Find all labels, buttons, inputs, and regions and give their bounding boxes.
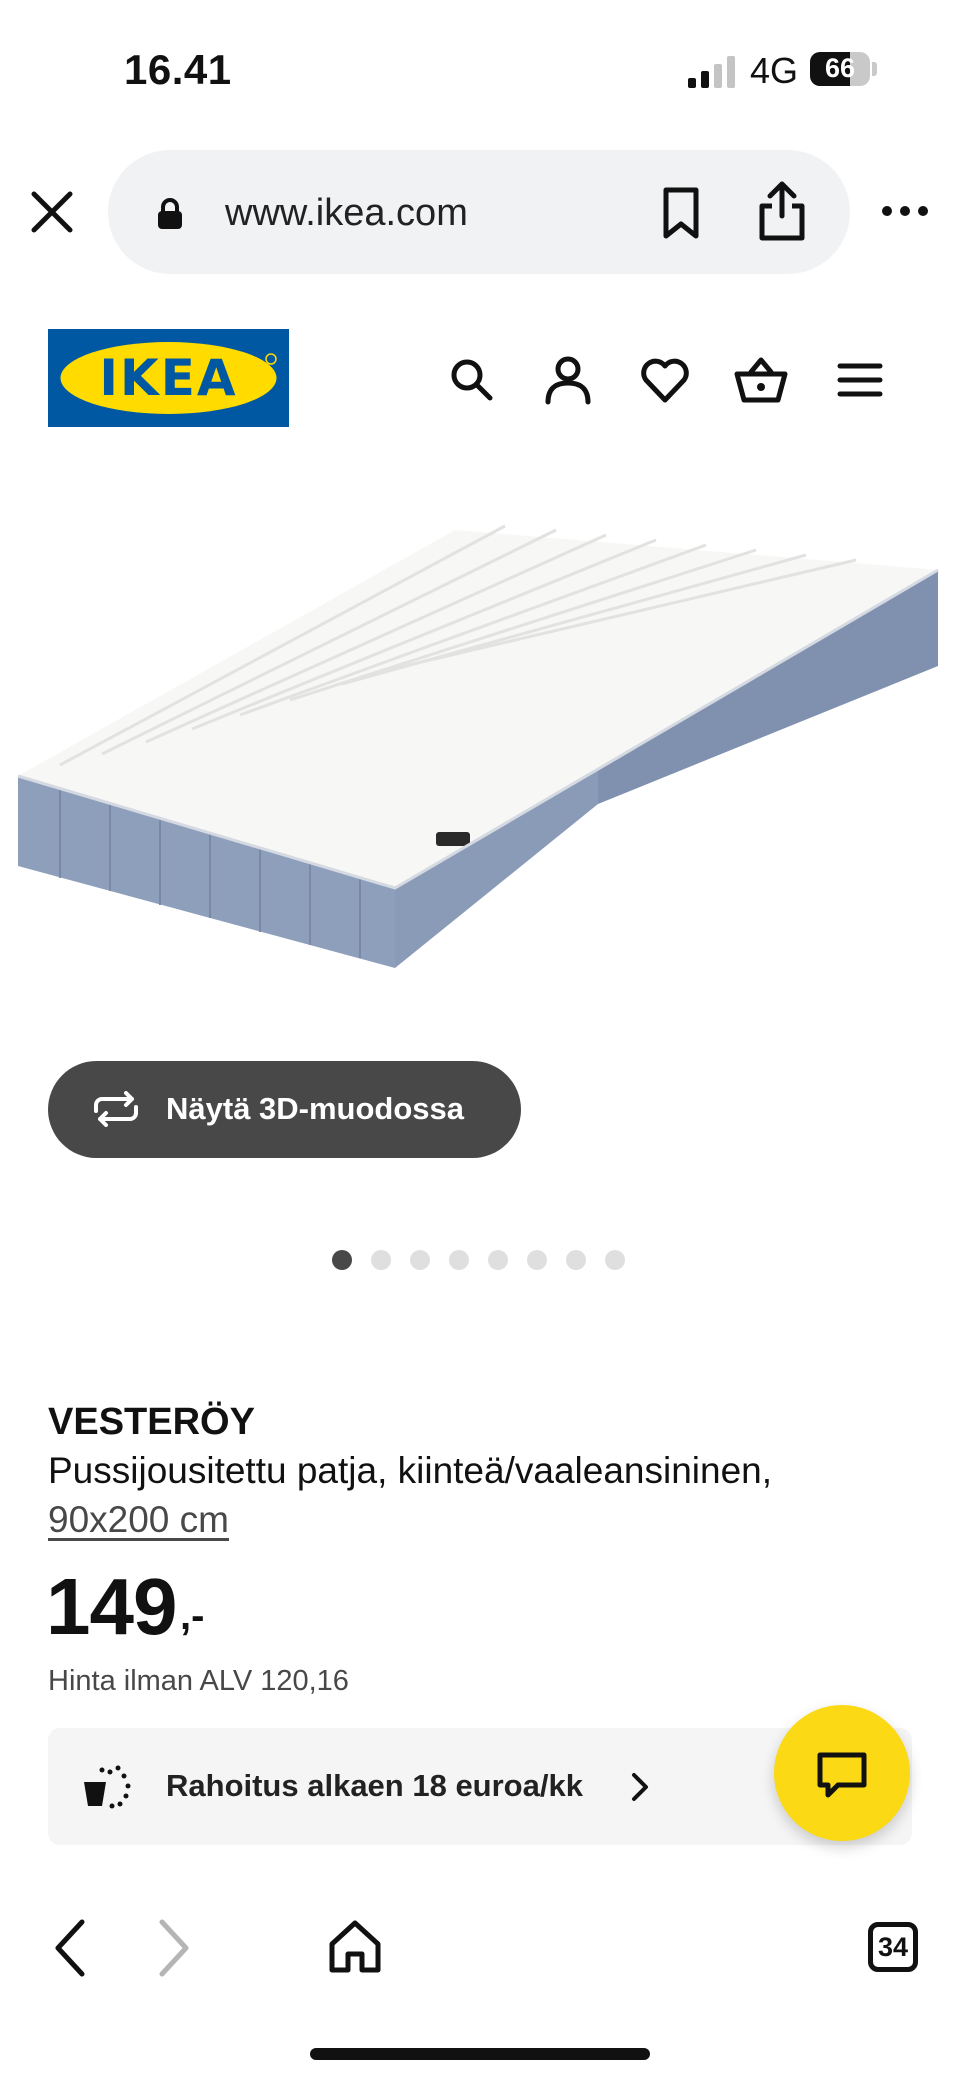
battery-icon: 66 bbox=[810, 52, 870, 86]
gallery-dot[interactable] bbox=[449, 1250, 469, 1270]
gallery-dot[interactable] bbox=[410, 1250, 430, 1270]
price-suffix: ,- bbox=[180, 1594, 205, 1638]
gallery-dot[interactable] bbox=[527, 1250, 547, 1270]
ikea-logo[interactable]: IKEA bbox=[48, 329, 289, 427]
signal-icon bbox=[688, 56, 735, 88]
view-3d-button[interactable]: Näytä 3D-muodossa bbox=[48, 1061, 521, 1158]
product-description: Pussijousitettu patja, kiinteä/vaaleansi… bbox=[48, 1450, 773, 1491]
lock-icon bbox=[158, 198, 182, 229]
chat-button[interactable] bbox=[774, 1705, 910, 1841]
gallery-pagination[interactable] bbox=[332, 1250, 625, 1272]
price-without-vat: Hinta ilman ALV 120,16 bbox=[48, 1665, 349, 1697]
product-name: VESTERÖY bbox=[48, 1401, 255, 1443]
product-image[interactable] bbox=[0, 490, 960, 990]
product-size-link[interactable]: 90x200 cm bbox=[48, 1499, 229, 1541]
address-bar[interactable]: www.ikea.com bbox=[108, 150, 850, 274]
gallery-dot[interactable] bbox=[488, 1250, 508, 1270]
close-icon[interactable] bbox=[28, 188, 76, 236]
battery-nub bbox=[872, 62, 877, 76]
user-icon[interactable] bbox=[540, 352, 596, 408]
chevron-right-icon bbox=[632, 1773, 648, 1801]
view-3d-label: Näytä 3D-muodossa bbox=[166, 1091, 465, 1126]
chat-icon bbox=[817, 1752, 867, 1798]
gallery-dot[interactable] bbox=[566, 1250, 586, 1270]
network-type: 4G bbox=[750, 50, 799, 91]
heart-icon[interactable] bbox=[637, 352, 693, 408]
ikea-logo-mark: IKEA bbox=[60, 342, 277, 414]
home-indicator bbox=[310, 2048, 650, 2060]
more-icon[interactable] bbox=[880, 196, 930, 226]
gallery-dot[interactable] bbox=[332, 1250, 352, 1270]
bookmark-icon[interactable] bbox=[656, 186, 706, 240]
product-price: 149 bbox=[46, 1562, 177, 1651]
rotate-3d-icon bbox=[94, 1091, 138, 1127]
battery-level: 66 bbox=[824, 53, 856, 83]
home-icon[interactable] bbox=[327, 1918, 383, 1976]
search-icon[interactable] bbox=[444, 352, 500, 408]
status-bar: 16.41 4G 66 bbox=[0, 0, 960, 140]
url-text: www.ikea.com bbox=[225, 192, 468, 234]
menu-icon[interactable] bbox=[832, 352, 888, 408]
gallery-dot[interactable] bbox=[605, 1250, 625, 1270]
forward-icon[interactable] bbox=[154, 1918, 194, 1978]
ikea-logo-text: IKEA bbox=[99, 349, 237, 407]
financing-label: Rahoitus alkaen 18 euroa/kk bbox=[166, 1768, 583, 1803]
tabs-icon[interactable]: 34 bbox=[868, 1922, 918, 1972]
status-time: 16.41 bbox=[124, 46, 232, 93]
gallery-dot[interactable] bbox=[371, 1250, 391, 1270]
payment-icon bbox=[84, 1765, 131, 1809]
basket-icon[interactable] bbox=[733, 352, 789, 408]
back-icon[interactable] bbox=[50, 1918, 90, 1978]
share-icon[interactable] bbox=[756, 180, 808, 242]
